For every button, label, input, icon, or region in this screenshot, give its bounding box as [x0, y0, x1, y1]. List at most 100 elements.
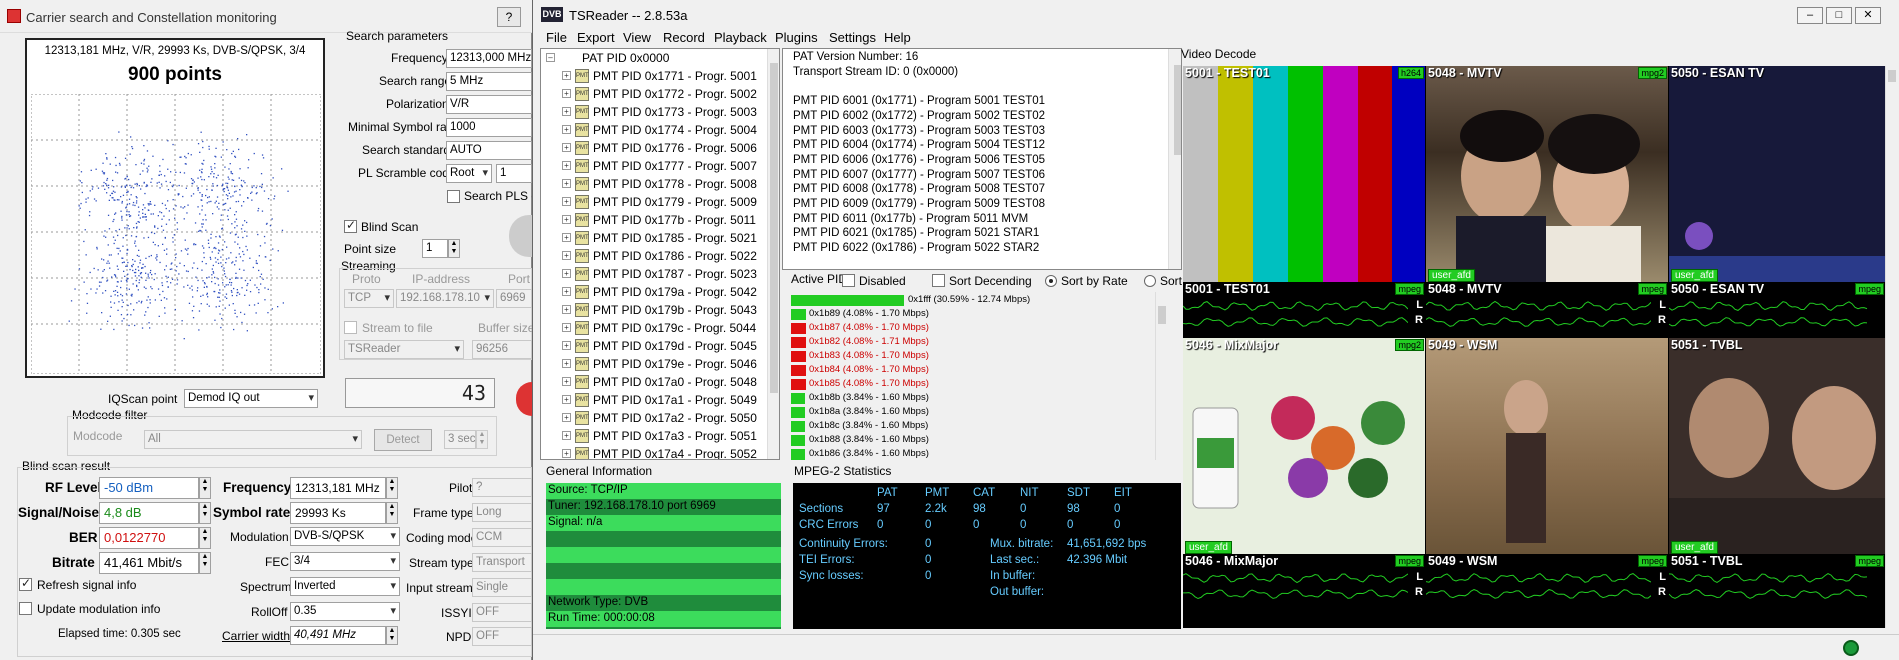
min-symbol-rate-input[interactable]: 1000 — [446, 118, 532, 137]
point-size-input[interactable]: 1 — [422, 239, 448, 258]
menu-record[interactable]: Record — [663, 30, 705, 45]
expand-icon[interactable]: + — [562, 269, 571, 278]
left-channel-label: L — [1416, 571, 1423, 583]
blind-scan-checkbox[interactable] — [344, 218, 357, 233]
pl-scramble-input[interactable]: 1 — [496, 164, 532, 183]
detect-time-spinner[interactable]: ▲ ▼ — [476, 430, 488, 449]
expand-icon[interactable]: + — [562, 341, 571, 350]
last-sec-value: 42.396 Mbit — [1067, 554, 1128, 566]
ip-select[interactable]: 192.168.178.10 — [396, 289, 494, 308]
minimize-button[interactable]: – — [1797, 7, 1823, 24]
pids-scrollbar[interactable] — [1155, 292, 1168, 460]
afd-badge: user_afd — [1428, 269, 1475, 282]
stream-target-select[interactable]: TSReader — [344, 340, 464, 359]
expand-icon[interactable]: + — [562, 143, 571, 152]
menu-export[interactable]: Export — [577, 30, 615, 45]
product-ad-image — [1183, 338, 1425, 554]
collapse-icon[interactable]: – — [546, 53, 555, 62]
video-tile-mvtv[interactable]: 5048 - MVTV mpg2 user_afd — [1426, 66, 1668, 282]
search-pls-checkbox[interactable] — [447, 190, 460, 203]
menu-playback[interactable]: Playback — [714, 30, 767, 45]
close-button[interactable]: ✕ — [1855, 7, 1881, 24]
pat-scrollbar[interactable] — [1168, 49, 1181, 269]
video-tile-wsm[interactable]: 5049 - WSM — [1426, 338, 1668, 554]
tuner-info: Tuner: 192.168.178.10 port 6969 — [548, 500, 716, 512]
expand-icon[interactable]: + — [562, 179, 571, 188]
video-tile-test01[interactable]: 5001 - TEST01 h264 — [1183, 66, 1425, 282]
symbol-rate-spinner[interactable]: ▲ ▼ — [386, 502, 398, 524]
help-button[interactable]: ? — [497, 7, 521, 27]
port-input[interactable]: 6969 — [496, 289, 532, 308]
expand-icon[interactable]: + — [562, 431, 571, 440]
expand-icon[interactable]: + — [562, 197, 571, 206]
expand-icon[interactable]: + — [562, 89, 571, 98]
carrier-width-label[interactable]: Carrier width — [222, 629, 290, 643]
expand-icon[interactable]: + — [562, 107, 571, 116]
expand-icon[interactable]: + — [562, 287, 571, 296]
rf-level-spinner[interactable]: ▲ ▼ — [199, 477, 211, 499]
detect-time-input[interactable]: 3 sec — [444, 430, 476, 449]
signal-noise-spinner[interactable]: ▲ ▼ — [199, 502, 211, 524]
pmt-icon: PMT — [575, 357, 589, 371]
expand-icon[interactable]: + — [562, 413, 571, 422]
expand-icon[interactable]: + — [562, 359, 571, 368]
expand-icon[interactable]: + — [562, 395, 571, 404]
tree-item-label: PMT PID 0x1786 - Progr. 5022 — [593, 249, 757, 263]
expand-icon[interactable]: + — [562, 161, 571, 170]
modulation-select[interactable]: DVB-S/QPSK — [290, 527, 400, 546]
buffer-size-input[interactable]: 96256 — [472, 340, 532, 359]
menu-view[interactable]: View — [623, 30, 651, 45]
menu-settings[interactable]: Settings — [829, 30, 876, 45]
video-tile-tvbl[interactable]: 5051 - TVBL user_afd — [1669, 338, 1885, 554]
disabled-checkbox[interactable] — [842, 274, 855, 287]
tree-scrollbar[interactable] — [767, 49, 779, 459]
menu-help[interactable]: Help — [884, 30, 911, 45]
modcode-select[interactable]: All — [144, 430, 362, 449]
spectrum-select[interactable]: Inverted — [290, 577, 400, 596]
rolloff-select[interactable]: 0.35 — [290, 602, 400, 621]
menu-plugins[interactable]: Plugins — [775, 30, 818, 45]
video-tile-mixmajor[interactable]: 5046 - MixMajor mpg2 user_afd — [1183, 338, 1425, 554]
issyi-label: ISSYI — [441, 606, 472, 620]
scan-dial-icon[interactable] — [509, 215, 532, 257]
sort-rate-radio[interactable] — [1045, 275, 1057, 287]
expand-icon[interactable]: + — [562, 233, 571, 242]
pmt-icon: PMT — [575, 141, 589, 155]
bitrate-spinner[interactable]: ▲ ▼ — [199, 552, 211, 574]
update-modulation-checkbox[interactable] — [19, 602, 32, 615]
stream-to-file-checkbox[interactable] — [344, 321, 357, 334]
video-tile-esan-tv[interactable]: 5050 - ESAN TV user_afd — [1669, 66, 1885, 282]
pl-scramble-mode-select[interactable]: Root — [446, 164, 492, 183]
frequency-input[interactable]: 12313,000 MHz — [446, 49, 532, 68]
expand-icon[interactable]: + — [562, 251, 571, 260]
frequency-result-spinner[interactable]: ▲ ▼ — [386, 477, 398, 499]
expand-icon[interactable]: + — [562, 449, 571, 458]
expand-icon[interactable]: + — [562, 125, 571, 134]
search-range-input[interactable]: 5 MHz — [446, 72, 532, 91]
video-scrollbar[interactable] — [1885, 66, 1898, 628]
proto-select[interactable]: TCP — [344, 289, 394, 308]
point-size-spinner[interactable]: ▲ ▼ — [448, 239, 460, 258]
expand-icon[interactable]: + — [562, 71, 571, 80]
fec-select[interactable]: 3/4 — [290, 552, 400, 571]
sort-pid-radio[interactable] — [1144, 275, 1156, 287]
ber-spinner[interactable]: ▲ ▼ — [199, 527, 211, 549]
record-icon[interactable] — [516, 382, 532, 416]
expand-icon[interactable]: + — [562, 305, 571, 314]
sort-descending-checkbox[interactable] — [932, 274, 945, 287]
search-standard-select[interactable]: AUTO — [446, 141, 532, 160]
audio-waveform — [1426, 300, 1651, 327]
expand-icon[interactable]: + — [562, 215, 571, 224]
iq-scan-point-select[interactable]: Demod IQ out — [184, 389, 318, 408]
pmt-icon: PMT — [575, 321, 589, 335]
refresh-signal-checkbox[interactable] — [19, 576, 32, 591]
detect-button[interactable]: Detect — [374, 429, 432, 451]
polarization-select[interactable]: V/R — [446, 95, 532, 114]
movie-scene-image — [1669, 378, 1885, 554]
expand-icon[interactable]: + — [562, 323, 571, 332]
right-channel-label: R — [1658, 314, 1666, 326]
carrier-width-spinner[interactable]: ▲ ▼ — [386, 626, 398, 645]
menu-file[interactable]: File — [546, 30, 567, 45]
maximize-button[interactable]: □ — [1826, 7, 1852, 24]
expand-icon[interactable]: + — [562, 377, 571, 386]
